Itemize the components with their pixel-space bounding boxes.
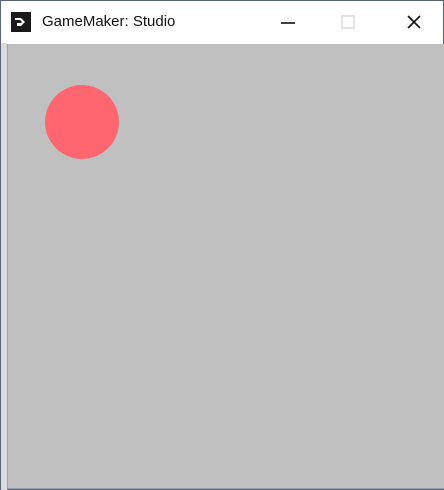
game-window: GameMaker: Studio	[0, 0, 444, 490]
maximize-button[interactable]	[323, 1, 373, 43]
gamemaker-icon	[11, 12, 31, 32]
maximize-icon	[341, 15, 355, 29]
minimize-icon	[281, 22, 295, 24]
minimize-button[interactable]	[263, 1, 313, 43]
title-bar[interactable]: GameMaker: Studio	[1, 1, 443, 43]
ball-sprite	[45, 85, 119, 159]
window-title: GameMaker: Studio	[42, 13, 176, 30]
game-canvas[interactable]	[7, 44, 444, 489]
close-icon	[407, 15, 421, 29]
close-button[interactable]	[389, 1, 439, 43]
